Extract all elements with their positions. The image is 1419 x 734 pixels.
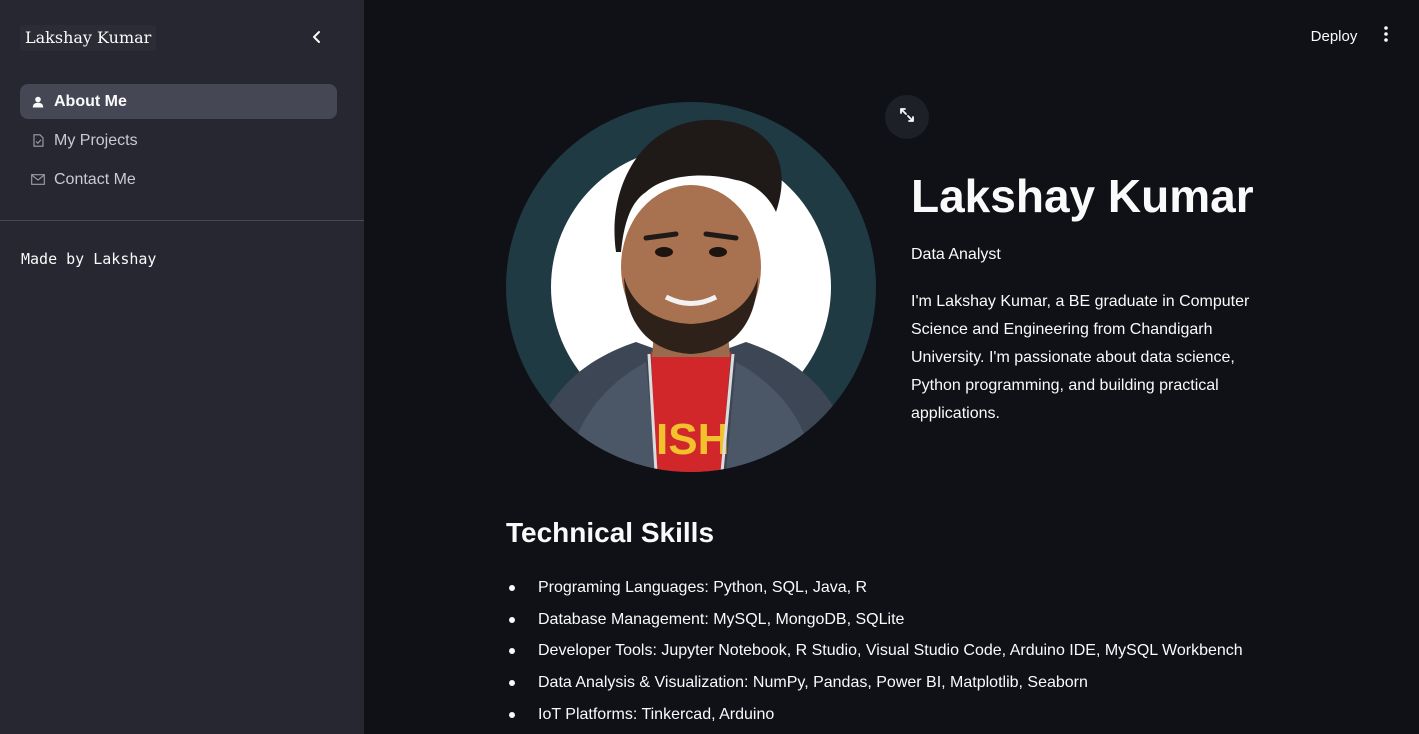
deploy-button[interactable]: Deploy [1302,22,1366,50]
list-item: Programing Languages: Python, SQL, Java,… [506,572,1326,604]
sidebar-item-contact-me[interactable]: Contact Me [20,162,337,197]
profile-role: Data Analyst [911,246,1001,263]
expand-icon [898,106,916,129]
sidebar-brand: Lakshay Kumar [20,25,157,51]
sidebar-item-label: My Projects [54,131,138,149]
svg-text:ISH: ISH [656,415,729,464]
profile-bio: I'm Lakshay Kumar, a BE graduate in Comp… [911,293,1250,422]
sidebar-footer-text: Made by Lakshay [21,250,157,268]
sidebar-item-about-me[interactable]: About Me [20,84,337,119]
main-menu-button[interactable] [1374,22,1398,50]
expand-image-button[interactable] [885,95,929,139]
profile-name: Lakshay Kumar [911,170,1254,222]
skills-heading: Technical Skills [506,517,715,548]
mail-icon [31,173,45,187]
profile-photo: ISH [506,102,876,472]
sidebar-item-my-projects[interactable]: My Projects [20,123,337,158]
sidebar-header: Lakshay Kumar [0,0,364,76]
user-icon [31,95,45,109]
sidebar-nav: About Me My Projects Contact Me [20,84,337,201]
collapse-sidebar-button[interactable] [302,24,332,54]
list-item: Data Analysis & Visualization: NumPy, Pa… [506,667,1326,699]
sidebar: Lakshay Kumar About Me My Projects Conta… [0,0,364,734]
file-icon [31,134,45,148]
sidebar-item-label: About Me [54,92,127,110]
kebab-menu-icon [1383,25,1389,48]
sidebar-divider [0,220,364,221]
list-item: Database Management: MySQL, MongoDB, SQL… [506,604,1326,636]
list-item: IoT Platforms: Tinkercad, Arduino [506,699,1326,731]
chevron-left-icon [310,30,324,49]
sidebar-item-label: Contact Me [54,170,136,188]
skills-list: Programing Languages: Python, SQL, Java,… [506,572,1326,730]
list-item: Developer Tools: Jupyter Notebook, R Stu… [506,635,1326,667]
